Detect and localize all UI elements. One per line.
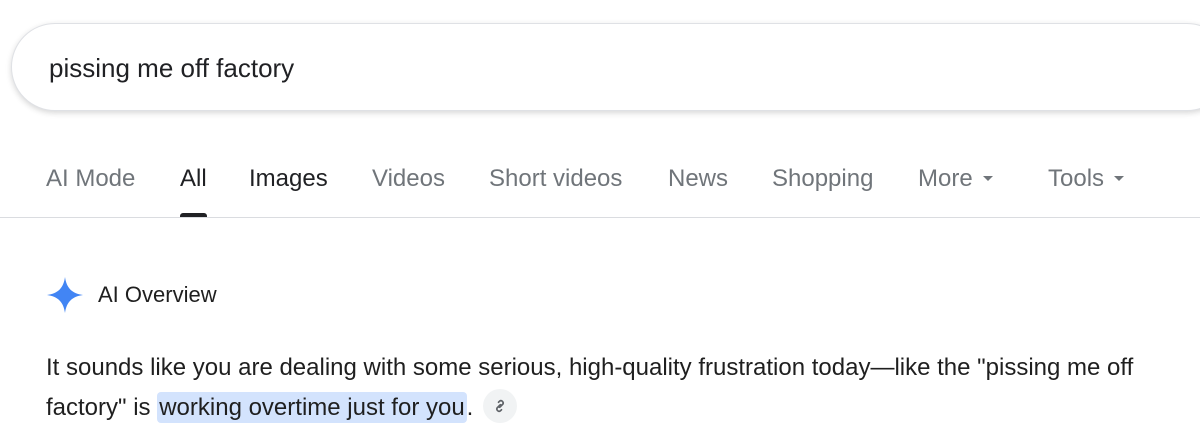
chevron-down-icon	[1114, 175, 1125, 181]
ai-overview-text: It sounds like you are dealing with some…	[46, 348, 1186, 428]
tab-tools[interactable]: Tools	[1048, 165, 1125, 218]
tab-short-videos[interactable]: Short videos	[489, 165, 622, 218]
tab-label: AI Mode	[46, 165, 136, 192]
tab-ai-mode[interactable]: AI Mode	[46, 165, 135, 218]
ai-text-after: .	[466, 394, 474, 421]
highlighted-phrase[interactable]: working overtime just for you	[157, 392, 467, 423]
source-link-button[interactable]	[483, 388, 518, 423]
tab-label: Short videos	[489, 165, 623, 192]
tab-more[interactable]: More	[918, 165, 993, 218]
sparkle-icon	[47, 277, 83, 313]
search-results-page: AI Mode All Images Videos Short videos N…	[0, 0, 1200, 441]
link-icon	[496, 399, 505, 412]
tab-label: Tools	[1048, 165, 1105, 192]
tab-videos[interactable]: Videos	[372, 165, 445, 218]
tabs-divider	[0, 217, 1200, 218]
chevron-down-icon	[982, 175, 993, 181]
tab-label: News	[668, 165, 729, 192]
tab-label: All	[180, 165, 207, 192]
tab-label: Shopping	[772, 165, 874, 192]
tab-label: More	[918, 165, 973, 192]
tab-images[interactable]: Images	[249, 165, 328, 218]
tab-shopping[interactable]: Shopping	[772, 165, 873, 218]
search-tabs: AI Mode All Images Videos Short videos N…	[0, 150, 1200, 218]
tab-news[interactable]: News	[668, 165, 728, 218]
tab-label: Videos	[372, 165, 445, 192]
ai-overview-title: AI Overview	[98, 282, 217, 307]
tab-all[interactable]: All	[180, 165, 207, 218]
ai-overview-header: AI Overview	[46, 276, 217, 314]
search-box[interactable]	[11, 23, 1200, 111]
search-input[interactable]	[49, 46, 949, 90]
tab-label: Images	[249, 165, 328, 192]
